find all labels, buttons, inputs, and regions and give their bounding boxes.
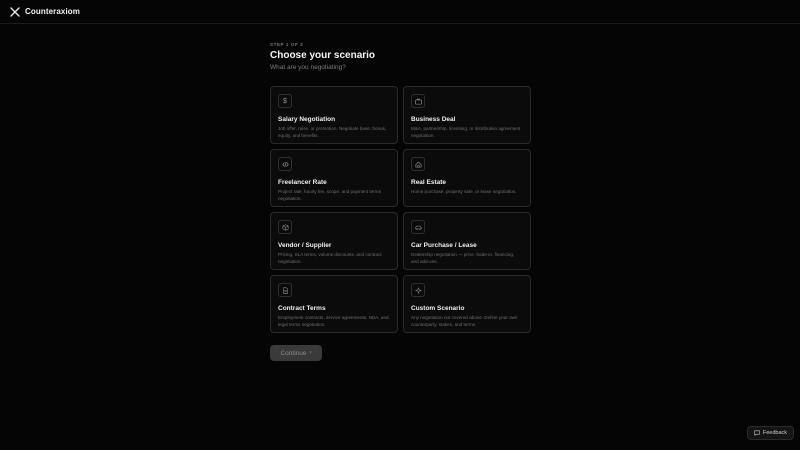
scenario-description: Job offer, raise, or promotion. Negotiat… [278, 126, 387, 138]
page-subtitle: What are you negotiating? [270, 64, 346, 71]
package-icon [278, 220, 292, 234]
scenario-card-custom-scenario[interactable]: Custom Scenario Any negotiation not cove… [403, 275, 531, 333]
briefcase-icon [411, 94, 425, 108]
step-indicator: STEP 1 OF 3 [270, 42, 304, 47]
scenario-title: Real Estate [411, 179, 447, 186]
scenario-card-vendor-supplier[interactable]: Vendor / Supplier Pricing, SLA terms, vo… [270, 212, 398, 270]
continue-button[interactable]: Continue › [270, 345, 322, 361]
code-icon [278, 157, 292, 171]
message-icon [754, 430, 760, 436]
scenario-grid: $ Salary Negotiation Job offer, raise, o… [270, 86, 531, 333]
top-bar: Counteraxiom [0, 0, 800, 24]
scenario-card-salary-negotiation[interactable]: $ Salary Negotiation Job offer, raise, o… [270, 86, 398, 144]
house-icon [411, 157, 425, 171]
scenario-description: M&A, partnership, licensing, or distribu… [411, 126, 521, 138]
dollar-icon: $ [278, 94, 292, 108]
scenario-description: Project rate, hourly fee, scope, and pay… [278, 189, 381, 201]
feedback-button[interactable]: Feedback [746, 426, 794, 440]
scenario-title: Contract Terms [278, 305, 326, 312]
scenario-description: Dealership negotiation — price, trade-in… [411, 252, 515, 264]
car-icon [411, 220, 425, 234]
scenario-description: Any negotiation not covered above. Defin… [411, 315, 518, 327]
scenario-card-business-deal[interactable]: Business Deal M&A, partnership, licensin… [403, 86, 531, 144]
logo-x-icon[interactable] [10, 6, 20, 17]
scenario-card-car-purchase-lease[interactable]: Car Purchase / Lease Dealership negotiat… [403, 212, 531, 270]
scenario-title: Vendor / Supplier [278, 242, 332, 249]
scenario-card-real-estate[interactable]: Real Estate Home purchase, property sale… [403, 149, 531, 207]
scenario-title: Salary Negotiation [278, 116, 336, 123]
scenario-description: Home purchase, property sale, or lease n… [411, 189, 517, 194]
page-title: Choose your scenario [270, 50, 376, 61]
scenario-description: Employment contracts, service agreements… [278, 315, 389, 327]
app-name[interactable]: Counteraxiom [25, 7, 80, 16]
scenario-card-freelancer-rate[interactable]: Freelancer Rate Project rate, hourly fee… [270, 149, 398, 207]
scenario-wizard: STEP 1 OF 3 Choose your scenario What ar… [270, 42, 532, 361]
chevron-right-icon: › [309, 350, 312, 356]
scenario-title: Freelancer Rate [278, 179, 327, 186]
scenario-title: Car Purchase / Lease [411, 242, 477, 249]
scenario-title: Business Deal [411, 116, 456, 123]
sparkle-icon [411, 283, 425, 297]
feedback-label: Feedback [762, 430, 787, 436]
scenario-card-contract-terms[interactable]: Contract Terms Employment contracts, ser… [270, 275, 398, 333]
document-icon [278, 283, 292, 297]
continue-label: Continue [280, 349, 307, 357]
scenario-description: Pricing, SLA terms, volume discounts, an… [278, 252, 382, 264]
scenario-title: Custom Scenario [411, 305, 465, 312]
